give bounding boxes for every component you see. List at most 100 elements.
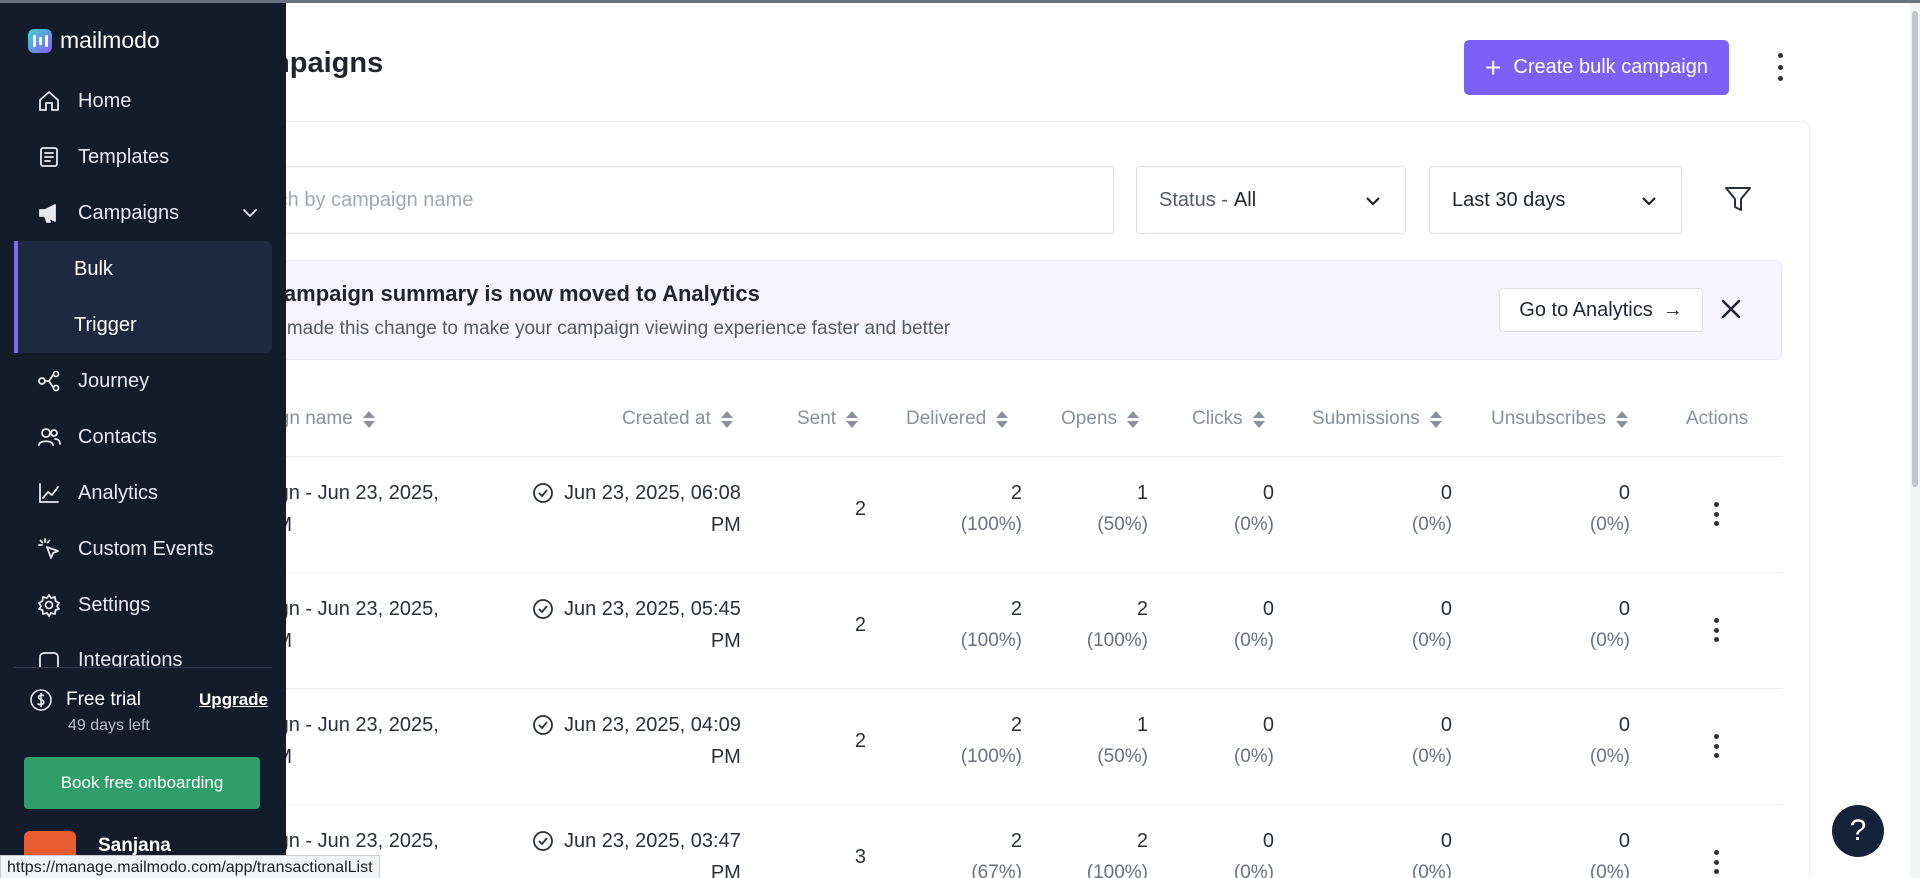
row-actions-icon[interactable] bbox=[1706, 615, 1726, 645]
opens-percent: (50%) bbox=[1097, 746, 1148, 767]
status-select[interactable]: Status - All bbox=[1136, 166, 1406, 234]
banner-subtitle: e made this change to make your campaign… bbox=[271, 318, 951, 339]
sidebar-item-contacts[interactable]: Contacts bbox=[14, 409, 272, 465]
column-header-label: Delivered bbox=[906, 408, 987, 429]
column-header-submissions[interactable]: Submissions bbox=[1312, 408, 1442, 430]
submissions-percent: (0%) bbox=[1411, 514, 1452, 535]
column-header-label: Unsubscribes bbox=[1491, 408, 1607, 429]
campaign-name-cell[interactable]: aign - Jun 23, 2025, PM bbox=[262, 593, 492, 657]
go-to-analytics-label: Go to Analytics bbox=[1519, 298, 1653, 321]
brand-logo[interactable]: mailmodo bbox=[28, 27, 160, 54]
delivered-cell: 2 (100%) bbox=[940, 477, 1022, 541]
brand-name: mailmodo bbox=[60, 27, 160, 53]
create-bulk-campaign-label: Create bulk campaign bbox=[1513, 56, 1708, 78]
scrollbar-thumb[interactable] bbox=[1912, 11, 1918, 487]
user-name: Sanjana bbox=[98, 835, 171, 856]
date-range-select[interactable]: Last 30 days bbox=[1429, 166, 1682, 234]
opens-cell: 2 (100%) bbox=[1060, 593, 1148, 657]
clicks-cell: 0 (0%) bbox=[1186, 825, 1274, 878]
row-actions-icon[interactable] bbox=[1706, 499, 1726, 529]
table-row[interactable]: aign - Jun 23, 2025, PM Jun 23, 2025, 04… bbox=[240, 689, 1782, 805]
sidebar-item-settings[interactable]: Settings bbox=[14, 577, 272, 633]
journey-icon bbox=[38, 370, 60, 392]
create-bulk-campaign-button[interactable]: + Create bulk campaign bbox=[1464, 40, 1729, 95]
created-at-cell: Jun 23, 2025, 04:09 PM bbox=[532, 709, 744, 773]
sidebar-item-journey[interactable]: Journey bbox=[14, 353, 272, 409]
chevron-down-icon bbox=[1642, 197, 1656, 206]
unsubscribes-count: 0 bbox=[1618, 598, 1630, 620]
table-row[interactable]: aign - Jun 23, 2025, PM Jun 23, 2025, 05… bbox=[240, 573, 1782, 689]
sidebar-item-home[interactable]: Home bbox=[14, 73, 272, 129]
unsubscribes-cell: 0 (0%) bbox=[1480, 825, 1630, 878]
opens-percent: (50%) bbox=[1097, 514, 1148, 535]
unsubscribes-count: 0 bbox=[1618, 482, 1630, 504]
column-header-delivered[interactable]: Delivered bbox=[906, 408, 1009, 430]
clicks-cell: 0 (0%) bbox=[1186, 477, 1274, 541]
created-at-line: PM bbox=[710, 514, 741, 536]
sidebar-item-campaigns[interactable]: Campaigns bbox=[14, 185, 272, 241]
table-row[interactable]: aign - Jun 23, 2025, PM Jun 23, 2025, 03… bbox=[240, 805, 1782, 878]
table-row[interactable]: aign - Jun 23, 2025, PM Jun 23, 2025, 06… bbox=[240, 457, 1782, 573]
help-icon[interactable]: ? bbox=[1832, 805, 1884, 857]
column-header-label: Opens bbox=[1061, 408, 1117, 429]
sidebar-item-templates[interactable]: Templates bbox=[14, 129, 272, 185]
campaign-name-line: aign - Jun 23, 2025, bbox=[262, 830, 439, 852]
clicks-cell: 0 (0%) bbox=[1186, 593, 1274, 657]
filter-icon[interactable] bbox=[1722, 183, 1754, 215]
submissions-percent: (0%) bbox=[1411, 746, 1452, 767]
go-to-analytics-button[interactable]: Go to Analytics → bbox=[1499, 288, 1703, 332]
sidebar-item-custom-events[interactable]: Custom Events bbox=[14, 521, 272, 577]
column-header-created[interactable]: Created at bbox=[622, 408, 733, 430]
opens-count: 2 bbox=[1136, 830, 1148, 852]
sidebar-item-analytics[interactable]: Analytics bbox=[14, 465, 272, 521]
column-header-label: Created at bbox=[622, 408, 711, 429]
submissions-count: 0 bbox=[1440, 482, 1452, 504]
delivered-percent: (100%) bbox=[960, 746, 1022, 767]
opens-count: 1 bbox=[1136, 482, 1148, 504]
unsubscribes-cell: 0 (0%) bbox=[1480, 477, 1630, 541]
sidebar-item-integrations[interactable]: Integrations bbox=[14, 633, 272, 667]
sent-cell: 3 bbox=[854, 846, 866, 868]
search-input[interactable] bbox=[220, 166, 1114, 234]
date-range-value: Last 30 days bbox=[1452, 188, 1566, 211]
sidebar-item-label: Settings bbox=[78, 593, 151, 616]
clicks-count: 0 bbox=[1262, 830, 1274, 852]
page-scrollbar[interactable] bbox=[1910, 3, 1920, 878]
close-icon[interactable] bbox=[1718, 296, 1744, 322]
delivered-count: 2 bbox=[1010, 482, 1022, 504]
column-header-opens[interactable]: Opens bbox=[1061, 408, 1139, 430]
sidebar-item-label: Analytics bbox=[78, 481, 159, 504]
sidebar-item-trigger[interactable]: Trigger bbox=[18, 297, 272, 353]
column-header-clicks[interactable]: Clicks bbox=[1192, 408, 1265, 430]
check-circle-icon bbox=[533, 831, 553, 851]
home-icon bbox=[39, 91, 59, 111]
megaphone-icon bbox=[39, 204, 56, 223]
app-window: mpaigns + Create bulk campaign Status - … bbox=[0, 0, 1920, 878]
sent-cell: 2 bbox=[854, 614, 866, 636]
book-onboarding-button[interactable]: Book free onboarding bbox=[24, 757, 260, 809]
submissions-cell: 0 (0%) bbox=[1324, 709, 1452, 773]
clicks-percent: (0%) bbox=[1233, 746, 1274, 767]
sort-icon bbox=[362, 410, 375, 428]
sidebar-item-bulk[interactable]: Bulk bbox=[18, 241, 272, 297]
upgrade-link[interactable]: Upgrade bbox=[199, 690, 268, 710]
cursor-click-icon bbox=[38, 538, 59, 559]
delivered-cell: 2 (100%) bbox=[940, 709, 1022, 773]
campaign-name-line: PM bbox=[262, 509, 492, 541]
delivered-count: 2 bbox=[1010, 598, 1022, 620]
row-actions-icon[interactable] bbox=[1706, 847, 1726, 877]
column-header-unsubscribes[interactable]: Unsubscribes bbox=[1491, 408, 1629, 430]
trial-days-left: 49 days left bbox=[68, 717, 150, 734]
sent-cell: 2 bbox=[854, 730, 866, 752]
campaign-name-cell[interactable]: aign - Jun 23, 2025, PM bbox=[262, 477, 492, 541]
more-options-icon[interactable] bbox=[1768, 49, 1792, 85]
campaign-name-cell[interactable]: aign - Jun 23, 2025, PM bbox=[262, 709, 492, 773]
sidebar-item-label: Custom Events bbox=[78, 537, 214, 560]
browser-status-url: https://manage.mailmodo.com/app/transact… bbox=[0, 855, 380, 878]
row-actions-icon[interactable] bbox=[1706, 731, 1726, 761]
chevron-down-icon bbox=[1366, 197, 1380, 206]
created-at-cell: Jun 23, 2025, 06:08 PM bbox=[532, 477, 744, 541]
submissions-count: 0 bbox=[1440, 714, 1452, 736]
status-select-label: Status - bbox=[1159, 188, 1228, 211]
column-header-sent[interactable]: Sent bbox=[797, 408, 859, 430]
